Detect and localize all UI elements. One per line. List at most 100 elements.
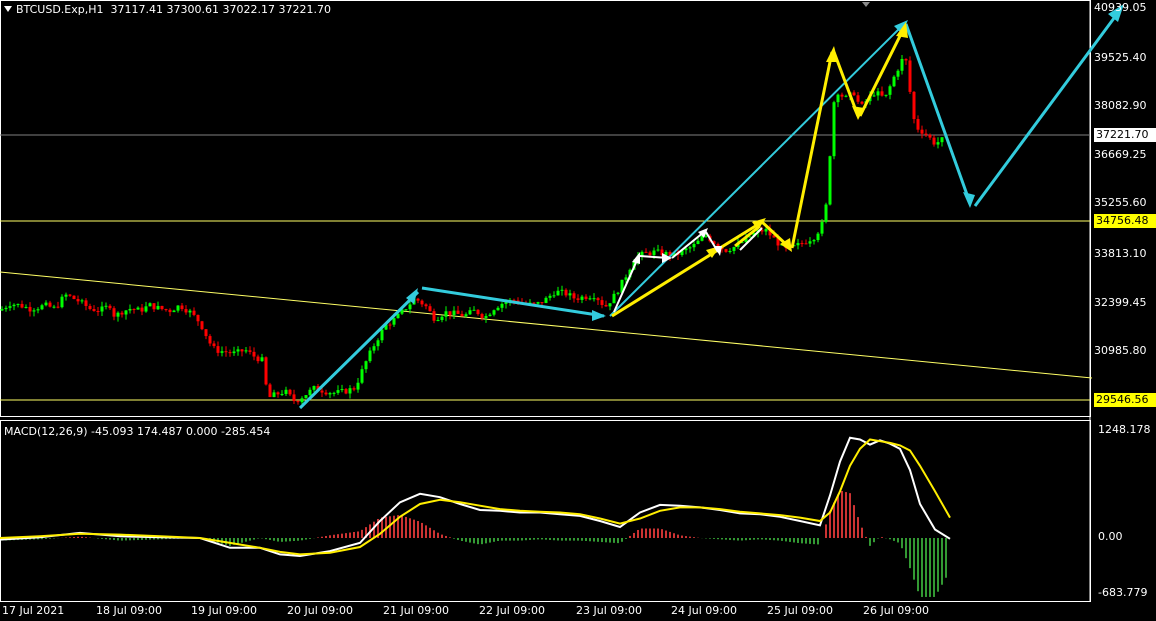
macd-axis-label: -683.779 <box>1098 586 1148 599</box>
current-price-tag: 37221.70 <box>1094 128 1156 142</box>
candle-body <box>556 290 560 296</box>
candle-body <box>764 229 768 232</box>
time-label: 24 Jul 09:00 <box>671 604 737 617</box>
candle-body <box>560 289 564 291</box>
candle-body <box>552 295 556 297</box>
white-arrowhead-1 <box>632 252 640 264</box>
candle-body <box>432 311 436 321</box>
collapse-triangle-icon[interactable] <box>4 6 12 12</box>
symbol-info: BTCUSD.Exp,H1 37117.41 37300.61 37022.17… <box>4 3 331 16</box>
white-arrow-3[interactable] <box>671 231 705 259</box>
price-label: 39525.40 <box>1094 51 1147 64</box>
candle-body <box>132 308 136 310</box>
candle-body <box>76 299 80 302</box>
candle-body <box>248 350 252 352</box>
descending-trendline[interactable] <box>0 271 1093 379</box>
chart-canvas[interactable] <box>0 0 1156 621</box>
candle-body <box>476 309 480 315</box>
candle-body <box>80 300 84 302</box>
candle-body <box>832 102 836 157</box>
white-arrow-1[interactable] <box>613 257 639 313</box>
candle-body <box>468 310 472 315</box>
candle-body <box>928 134 932 138</box>
candle-body <box>448 311 452 316</box>
candle-body <box>180 305 184 310</box>
candle-body <box>568 293 572 296</box>
candle-body <box>872 95 876 97</box>
candle-body <box>940 137 944 143</box>
candle-body <box>808 241 812 244</box>
candle-body <box>728 250 732 252</box>
candle-body <box>408 304 412 310</box>
candle-body <box>452 310 456 316</box>
macd-info: MACD(12,26,9) -45.093 174.487 0.000 -285… <box>4 425 271 438</box>
candle-body <box>472 309 476 311</box>
cyan-arrow-4[interactable] <box>904 23 972 204</box>
cyan-arrow-3[interactable] <box>609 21 907 317</box>
time-label: 26 Jul 09:00 <box>863 604 929 617</box>
candle-body <box>128 308 132 311</box>
candle-body <box>604 304 608 307</box>
price-label: 38082.90 <box>1094 99 1147 112</box>
candle-body <box>12 304 16 307</box>
candle-body <box>268 384 272 398</box>
symbol-name: BTCUSD.Exp,H1 <box>16 3 104 16</box>
candle-body <box>152 303 156 310</box>
candle-body <box>912 91 916 120</box>
candle-body <box>220 351 224 353</box>
candle-body <box>828 156 832 205</box>
candle-body <box>888 86 892 95</box>
candle-body <box>20 303 24 308</box>
candle-body <box>156 305 160 310</box>
candle-body <box>428 306 432 312</box>
candle-body <box>392 318 396 325</box>
lower-level-tag[interactable]: 29546.56 <box>1094 393 1156 407</box>
cyan-arrows-group <box>298 9 1122 410</box>
candle-body <box>164 309 168 311</box>
candle-body <box>280 393 284 395</box>
candle-body <box>596 298 600 301</box>
candle-body <box>880 91 884 96</box>
candle-body <box>52 306 56 308</box>
candle-body <box>324 392 328 395</box>
candle-body <box>56 306 60 308</box>
candle-body <box>580 296 584 300</box>
time-label: 19 Jul 09:00 <box>191 604 257 617</box>
candle-body <box>340 389 344 391</box>
cyan-arrow-1[interactable] <box>298 290 420 410</box>
candle-body <box>292 394 296 402</box>
candle-body <box>616 292 620 294</box>
candle-body <box>4 307 8 310</box>
candle-body <box>656 249 660 251</box>
candle-body <box>92 309 96 312</box>
candle-body <box>236 349 240 352</box>
candle-body <box>460 313 464 317</box>
candle-body <box>576 298 580 300</box>
candle-body <box>228 352 232 354</box>
candle-body <box>816 233 820 241</box>
ohlc-values: 37117.41 37300.61 37022.17 37221.70 <box>110 3 331 16</box>
candle-body <box>368 350 372 362</box>
candle-body <box>260 357 264 362</box>
candle-body <box>884 94 888 96</box>
candle-body <box>612 293 616 304</box>
time-label: 25 Jul 09:00 <box>767 604 833 617</box>
candle-body <box>444 311 448 317</box>
shift-marker-icon[interactable] <box>862 2 870 7</box>
candle-body <box>588 298 592 300</box>
candle-body <box>276 392 280 395</box>
upper-level-tag[interactable]: 34756.48 <box>1094 214 1156 228</box>
candle-body <box>692 244 696 248</box>
candle-body <box>484 316 488 318</box>
candle-body <box>108 305 112 309</box>
candle-body <box>380 329 384 341</box>
candle-body <box>900 58 904 71</box>
candle-body <box>500 303 504 308</box>
candle-body <box>360 369 364 383</box>
candle-body <box>536 302 540 304</box>
time-label: 22 Jul 09:00 <box>479 604 545 617</box>
candle-body <box>104 305 108 307</box>
candles-group <box>0 54 948 405</box>
candle-body <box>244 350 248 352</box>
candle-body <box>696 240 700 245</box>
